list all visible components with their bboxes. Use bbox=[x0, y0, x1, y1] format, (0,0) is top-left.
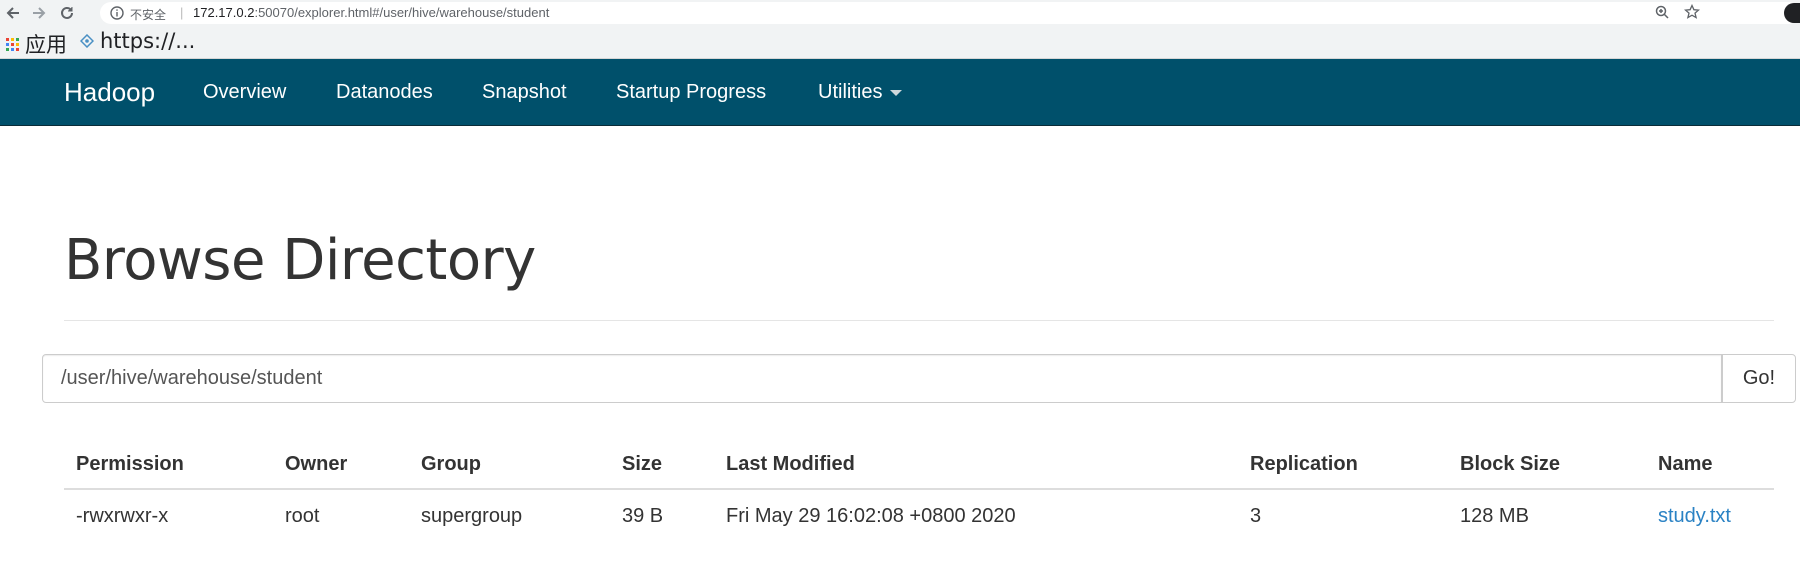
back-arrow-icon[interactable] bbox=[2, 2, 24, 24]
column-header-permission[interactable]: Permission bbox=[64, 440, 273, 490]
cell-replication: 3 bbox=[1250, 504, 1262, 527]
reload-icon[interactable] bbox=[56, 2, 78, 24]
cell-permission: -rwxrwxr-x bbox=[76, 504, 169, 527]
cell-name: study.txt bbox=[1646, 489, 1774, 542]
title-divider bbox=[64, 320, 1774, 321]
bookmark-site[interactable]: https://... bbox=[79, 29, 196, 53]
nav-datanodes[interactable]: Datanodes bbox=[336, 59, 433, 125]
nav-utilities-dropdown[interactable]: Utilities bbox=[818, 59, 903, 125]
path-search-group: Go! bbox=[42, 354, 1796, 403]
bookmark-apps[interactable]: 应用 bbox=[6, 29, 67, 59]
security-label: 不安全 bbox=[130, 8, 167, 22]
file-name-link[interactable]: study.txt bbox=[1658, 505, 1731, 527]
table-row: -rwxrwxr-x root supergroup 39 B Fri May … bbox=[64, 489, 1774, 542]
directory-path-input[interactable] bbox=[42, 354, 1722, 403]
url-path: :50070/explorer.html#/user/hive/warehous… bbox=[254, 5, 550, 20]
url-host: 172.17.0.2 bbox=[193, 5, 255, 20]
bookmark-label: https://... bbox=[100, 29, 196, 53]
nav-utilities-label: Utilities bbox=[818, 81, 883, 103]
url-text[interactable]: 172.17.0.2:50070/explorer.html#/user/hiv… bbox=[193, 5, 549, 20]
cell-owner: root bbox=[285, 504, 320, 527]
bookmark-star-icon[interactable] bbox=[1683, 3, 1701, 25]
bookmark-label: 应用 bbox=[25, 33, 67, 57]
navbar-brand[interactable]: Hadoop bbox=[40, 59, 179, 125]
column-header-group[interactable]: Group bbox=[409, 440, 610, 490]
cell-last-modified: Fri May 29 16:02:08 +0800 2020 bbox=[726, 504, 1016, 527]
caret-down-icon bbox=[890, 89, 903, 96]
go-button[interactable]: Go! bbox=[1722, 354, 1796, 403]
nav-overview[interactable]: Overview bbox=[203, 59, 286, 125]
url-separator: | bbox=[180, 5, 184, 20]
cell-block-size: 128 MB bbox=[1460, 504, 1529, 527]
nav-snapshot[interactable]: Snapshot bbox=[482, 59, 567, 125]
bookmarks-bar: 应用 https://... bbox=[0, 26, 1800, 59]
page-title: Browse Directory bbox=[64, 228, 536, 293]
nav-startup-progress[interactable]: Startup Progress bbox=[616, 59, 766, 125]
address-bar[interactable]: 不安全 | 172.17.0.2:50070/explorer.html#/us… bbox=[100, 2, 1800, 24]
forward-arrow-icon[interactable] bbox=[28, 2, 50, 24]
cell-group: supergroup bbox=[421, 504, 523, 527]
apps-grid-icon bbox=[6, 37, 19, 51]
zoom-icon[interactable] bbox=[1654, 4, 1670, 25]
info-icon[interactable] bbox=[110, 6, 124, 25]
column-header-replication[interactable]: Replication bbox=[1238, 440, 1448, 490]
column-header-block-size[interactable]: Block Size bbox=[1448, 440, 1646, 490]
bookmark-site-icon bbox=[79, 29, 95, 53]
cell-size: 39 B bbox=[622, 504, 664, 527]
browser-toolbar: 不安全 | 172.17.0.2:50070/explorer.html#/us… bbox=[0, 0, 1800, 26]
profile-avatar-icon[interactable] bbox=[1784, 3, 1800, 23]
column-header-size[interactable]: Size bbox=[610, 440, 714, 490]
column-header-owner[interactable]: Owner bbox=[273, 440, 409, 490]
table-header-row: Permission Owner Group Size Last Modifie… bbox=[64, 440, 1774, 490]
column-header-last-modified[interactable]: Last Modified bbox=[714, 440, 1238, 490]
column-header-name[interactable]: Name bbox=[1646, 440, 1774, 490]
hadoop-navbar: Hadoop Overview Datanodes Snapshot Start… bbox=[0, 59, 1800, 126]
directory-listing-table: Permission Owner Group Size Last Modifie… bbox=[64, 440, 1774, 542]
